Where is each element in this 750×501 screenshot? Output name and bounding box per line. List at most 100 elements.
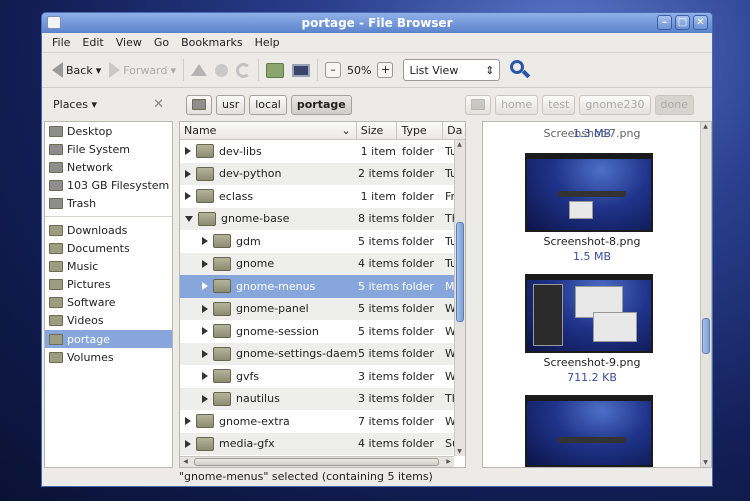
expander-icon[interactable] xyxy=(185,192,191,201)
back-dropdown-icon[interactable]: ▾ xyxy=(96,64,102,77)
table-row[interactable]: gnome-panel5 itemsfolderWe xyxy=(180,297,465,320)
list-vertical-scrollbar[interactable]: ▲ ▼ xyxy=(454,140,465,456)
sidebar-item-music[interactable]: Music xyxy=(45,257,172,275)
file-thumbnail[interactable] xyxy=(525,153,653,232)
menu-help[interactable]: Help xyxy=(249,36,286,49)
table-row[interactable]: gnome-base8 itemsfolderThu xyxy=(180,207,465,230)
computer-button[interactable] xyxy=(288,57,314,83)
sidebar-item-trash[interactable]: Trash xyxy=(45,195,172,213)
stop-button[interactable] xyxy=(211,57,232,83)
file-name: gnome-panel xyxy=(236,302,309,316)
title-bar[interactable]: portage - File Browser – □ ✕ xyxy=(42,13,712,33)
table-row[interactable]: eclass 1 item folder Fri xyxy=(180,185,465,208)
sidebar-item-portage[interactable]: portage xyxy=(45,330,172,349)
table-row[interactable]: dev-libs1 itemfolderTue xyxy=(180,140,465,163)
expander-icon[interactable] xyxy=(202,237,208,246)
file-thumbnail[interactable] xyxy=(525,395,653,467)
icon-vertical-thumb[interactable] xyxy=(702,318,710,354)
home-button[interactable] xyxy=(262,57,288,83)
list-horizontal-thumb[interactable] xyxy=(194,458,439,466)
crumb-gnome230[interactable]: gnome230 xyxy=(579,94,651,115)
file-thumbnail[interactable] xyxy=(525,274,653,353)
forward-button[interactable]: Forward ▾ xyxy=(105,57,180,83)
scroll-up-arrow[interactable]: ▲ xyxy=(455,140,464,149)
crumb-portage[interactable]: portage xyxy=(290,94,352,115)
crumb-home[interactable]: home xyxy=(495,94,539,115)
table-row[interactable]: gnome-settings-daemon5 itemsfolderWe xyxy=(180,342,465,365)
folder-icon xyxy=(196,189,214,204)
crumb-usr[interactable]: usr xyxy=(216,94,246,115)
crumb-done[interactable]: done xyxy=(654,94,694,115)
table-row[interactable]: gnome-session5 itemsfolderWe xyxy=(180,320,465,343)
table-row[interactable]: gnome-extra7 itemsfolderWe xyxy=(180,410,465,433)
right-root-crumb-button[interactable] xyxy=(465,94,492,115)
sidebar-item-103-gb-filesystem[interactable]: 103 GB Filesystem xyxy=(45,177,172,195)
scroll-up-arrow[interactable]: ▲ xyxy=(701,122,710,131)
expander-icon[interactable] xyxy=(202,349,208,358)
sidebar-item-downloads[interactable]: Downloads xyxy=(45,221,172,239)
column-size-header[interactable]: Size xyxy=(357,122,398,139)
crumb-local[interactable]: local xyxy=(249,94,287,115)
reload-button[interactable] xyxy=(232,57,255,83)
expander-icon[interactable] xyxy=(202,327,208,336)
crumb-test[interactable]: test xyxy=(542,94,576,115)
expander-open-icon[interactable] xyxy=(185,215,193,222)
sidebar-item-label: Trash xyxy=(67,197,97,211)
scroll-down-arrow[interactable]: ▼ xyxy=(701,458,710,467)
minimize-button[interactable]: – xyxy=(657,15,672,30)
column-type-header[interactable]: Type xyxy=(397,122,444,139)
up-button[interactable] xyxy=(187,57,211,83)
sidebar-item-software[interactable]: Software xyxy=(45,294,172,312)
expander-icon[interactable] xyxy=(185,439,191,448)
scroll-down-arrow[interactable]: ▼ xyxy=(455,447,464,456)
expander-icon[interactable] xyxy=(202,259,208,268)
expander-icon[interactable] xyxy=(185,169,191,178)
search-icon[interactable] xyxy=(510,60,531,80)
table-row[interactable]: nautilus3 itemsfolderThu xyxy=(180,387,465,410)
zoom-out-button[interactable]: – xyxy=(325,62,342,78)
app-icon[interactable] xyxy=(47,16,61,29)
menu-file[interactable]: File xyxy=(46,36,76,49)
column-date-header[interactable]: Da xyxy=(443,122,465,139)
scroll-left-arrow[interactable]: ◀ xyxy=(181,457,190,466)
sidebar-item-documents[interactable]: Documents xyxy=(45,239,172,257)
table-row[interactable]: gnome-menus5 itemsfolderMo xyxy=(180,275,465,298)
view-mode-select[interactable]: List View ⇕ xyxy=(403,59,501,81)
menu-view[interactable]: View xyxy=(110,36,148,49)
scroll-right-arrow[interactable]: ▶ xyxy=(444,457,453,466)
expander-icon[interactable] xyxy=(185,417,191,426)
menu-edit[interactable]: Edit xyxy=(76,36,109,49)
expander-icon[interactable] xyxy=(202,394,208,403)
maximize-button[interactable]: □ xyxy=(675,15,690,30)
sidebar-item-videos[interactable]: Videos xyxy=(45,312,172,330)
list-horizontal-scrollbar[interactable]: ◀ ▶ xyxy=(180,456,454,467)
back-button[interactable]: Back ▾ xyxy=(48,57,105,83)
sidebar-item-desktop[interactable]: Desktop xyxy=(45,122,172,140)
table-row[interactable]: gdm5 itemsfolderTue xyxy=(180,230,465,253)
close-button[interactable]: ✕ xyxy=(693,15,708,30)
list-vertical-thumb[interactable] xyxy=(456,222,464,322)
sidebar-item-pictures[interactable]: Pictures xyxy=(45,276,172,294)
menu-bookmarks[interactable]: Bookmarks xyxy=(175,36,248,49)
forward-dropdown-icon[interactable]: ▾ xyxy=(171,64,177,77)
expander-icon[interactable] xyxy=(202,304,208,313)
sidebar-item-file-system[interactable]: File System xyxy=(45,140,172,158)
sidebar-item-network[interactable]: Network xyxy=(45,158,172,176)
table-row[interactable]: media-gfx4 itemsfolderSun xyxy=(180,432,465,455)
sidebar-item-volumes[interactable]: Volumes xyxy=(45,348,172,366)
expander-icon[interactable] xyxy=(185,147,191,156)
close-sidebar-icon[interactable]: ✕ xyxy=(153,97,164,112)
root-crumb-button[interactable] xyxy=(186,94,212,115)
icon-vertical-scrollbar[interactable]: ▲ ▼ xyxy=(700,122,711,467)
places-selector[interactable]: Places ▾ xyxy=(53,98,97,111)
zoom-in-button[interactable]: + xyxy=(377,62,394,78)
table-row[interactable]: gnome4 itemsfolderTue xyxy=(180,252,465,275)
table-row[interactable]: gvfs3 itemsfolderWe xyxy=(180,365,465,388)
column-name-header[interactable]: Name ⌄ xyxy=(180,122,357,139)
table-row[interactable]: dev-python2 itemsfolderTue xyxy=(180,162,465,185)
back-label: Back xyxy=(66,63,93,77)
expander-icon[interactable] xyxy=(202,282,208,291)
file-size: 1 item xyxy=(360,144,396,158)
expander-icon[interactable] xyxy=(202,372,208,381)
menu-go[interactable]: Go xyxy=(148,36,175,49)
